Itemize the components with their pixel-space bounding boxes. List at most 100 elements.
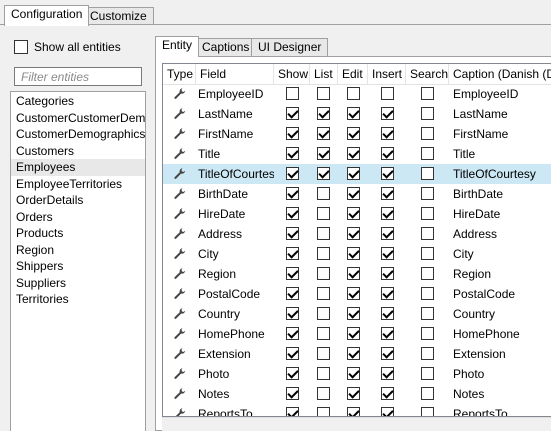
caption-cell[interactable]: HomePhone [449, 324, 551, 344]
field-row[interactable]: Photo Photo [163, 364, 551, 384]
field-name-cell[interactable]: FirstName [196, 124, 274, 144]
show-checkbox[interactable] [286, 347, 299, 360]
field-name-cell[interactable]: LastName [196, 104, 274, 124]
search-checkbox[interactable] [421, 267, 434, 280]
horizontal-scrollbar[interactable] [162, 417, 551, 431]
insert-checkbox[interactable] [381, 147, 394, 160]
caption-cell[interactable]: Address [449, 224, 551, 244]
field-name-cell[interactable]: Country [196, 304, 274, 324]
list-checkbox[interactable] [317, 107, 330, 120]
edit-checkbox[interactable] [347, 87, 360, 100]
field-row[interactable]: EmployeeID EmployeeID [163, 84, 551, 104]
column-header-field[interactable]: Field [196, 64, 274, 84]
caption-cell[interactable]: Country [449, 304, 551, 324]
field-name-cell[interactable]: HomePhone [196, 324, 274, 344]
edit-checkbox[interactable] [347, 147, 360, 160]
edit-checkbox[interactable] [347, 167, 360, 180]
field-row[interactable]: LastName LastName [163, 104, 551, 124]
show-checkbox[interactable] [286, 127, 299, 140]
show-checkbox[interactable] [286, 327, 299, 340]
field-name-cell[interactable]: PostalCode [196, 284, 274, 304]
entity-list-item[interactable]: Orders [11, 209, 145, 226]
caption-cell[interactable]: TitleOfCourtesy [449, 164, 551, 184]
list-checkbox[interactable] [317, 87, 330, 100]
entity-list-item[interactable]: Categories [11, 93, 145, 110]
field-row[interactable]: Country Country [163, 304, 551, 324]
column-header-show[interactable]: Show [274, 64, 310, 84]
list-checkbox[interactable] [317, 287, 330, 300]
entity-list-item[interactable]: EmployeeTerritories [11, 176, 145, 193]
show-checkbox[interactable] [286, 287, 299, 300]
field-name-cell[interactable]: Photo [196, 364, 274, 384]
caption-cell[interactable]: Notes [449, 384, 551, 404]
list-checkbox[interactable] [317, 347, 330, 360]
field-row[interactable]: HireDate HireDate [163, 204, 551, 224]
list-checkbox[interactable] [317, 267, 330, 280]
show-checkbox[interactable] [286, 147, 299, 160]
insert-checkbox[interactable] [381, 307, 394, 320]
insert-checkbox[interactable] [381, 227, 394, 240]
tab-configuration[interactable]: Configuration [4, 5, 90, 26]
entity-list-item[interactable]: CustomerCustomerDemo [11, 110, 145, 127]
list-checkbox[interactable] [317, 307, 330, 320]
field-row[interactable]: Notes Notes [163, 384, 551, 404]
tab-entity[interactable]: Entity [155, 36, 200, 57]
caption-cell[interactable]: LastName [449, 104, 551, 124]
search-checkbox[interactable] [421, 347, 434, 360]
field-row[interactable]: Region Region [163, 264, 551, 284]
search-checkbox[interactable] [421, 287, 434, 300]
edit-checkbox[interactable] [347, 287, 360, 300]
column-header-edit[interactable]: Edit [338, 64, 368, 84]
entity-list-item[interactable]: Region [11, 242, 145, 259]
edit-checkbox[interactable] [347, 327, 360, 340]
field-row[interactable]: Address Address [163, 224, 551, 244]
tab-captions[interactable]: Captions [195, 38, 257, 57]
caption-cell[interactable]: Extension [449, 344, 551, 364]
field-row[interactable]: ReportsTo ReportsTo [163, 404, 551, 416]
insert-checkbox[interactable] [381, 347, 394, 360]
list-checkbox[interactable] [317, 327, 330, 340]
search-checkbox[interactable] [421, 207, 434, 220]
show-checkbox[interactable] [286, 87, 299, 100]
entity-list-item[interactable]: Shippers [11, 258, 145, 275]
search-checkbox[interactable] [421, 107, 434, 120]
field-name-cell[interactable]: Extension [196, 344, 274, 364]
search-checkbox[interactable] [421, 247, 434, 260]
show-checkbox[interactable] [286, 267, 299, 280]
search-checkbox[interactable] [421, 147, 434, 160]
show-checkbox[interactable] [286, 407, 299, 416]
list-checkbox[interactable] [317, 227, 330, 240]
caption-cell[interactable]: Photo [449, 364, 551, 384]
field-name-cell[interactable]: ReportsTo [196, 404, 274, 416]
field-name-cell[interactable]: Title [196, 144, 274, 164]
edit-checkbox[interactable] [347, 107, 360, 120]
search-checkbox[interactable] [421, 87, 434, 100]
tab-customize[interactable]: Customize [83, 7, 154, 24]
edit-checkbox[interactable] [347, 307, 360, 320]
insert-checkbox[interactable] [381, 287, 394, 300]
insert-checkbox[interactable] [381, 167, 394, 180]
caption-cell[interactable]: EmployeeID [449, 84, 551, 104]
insert-checkbox[interactable] [381, 267, 394, 280]
entity-list-item[interactable]: Employees [11, 159, 145, 176]
show-checkbox[interactable] [286, 387, 299, 400]
field-name-cell[interactable]: EmployeeID [196, 84, 274, 104]
field-name-cell[interactable]: BirthDate [196, 184, 274, 204]
caption-cell[interactable]: City [449, 244, 551, 264]
insert-checkbox[interactable] [381, 367, 394, 380]
entity-list[interactable]: Categories CustomerCustomerDemo CustomerDe… [10, 91, 146, 431]
list-checkbox[interactable] [317, 407, 330, 416]
edit-checkbox[interactable] [347, 207, 360, 220]
field-row[interactable]: BirthDate BirthDate [163, 184, 551, 204]
caption-cell[interactable]: HireDate [449, 204, 551, 224]
entity-list-item[interactable]: Products [11, 225, 145, 242]
field-name-cell[interactable]: HireDate [196, 204, 274, 224]
caption-cell[interactable]: Title [449, 144, 551, 164]
field-name-cell[interactable]: TitleOfCourtesy [196, 164, 274, 184]
column-header-caption[interactable]: Caption (Danish (De [449, 64, 551, 84]
entity-list-item[interactable]: OrderDetails [11, 192, 145, 209]
edit-checkbox[interactable] [347, 387, 360, 400]
edit-checkbox[interactable] [347, 367, 360, 380]
list-checkbox[interactable] [317, 387, 330, 400]
list-checkbox[interactable] [317, 167, 330, 180]
